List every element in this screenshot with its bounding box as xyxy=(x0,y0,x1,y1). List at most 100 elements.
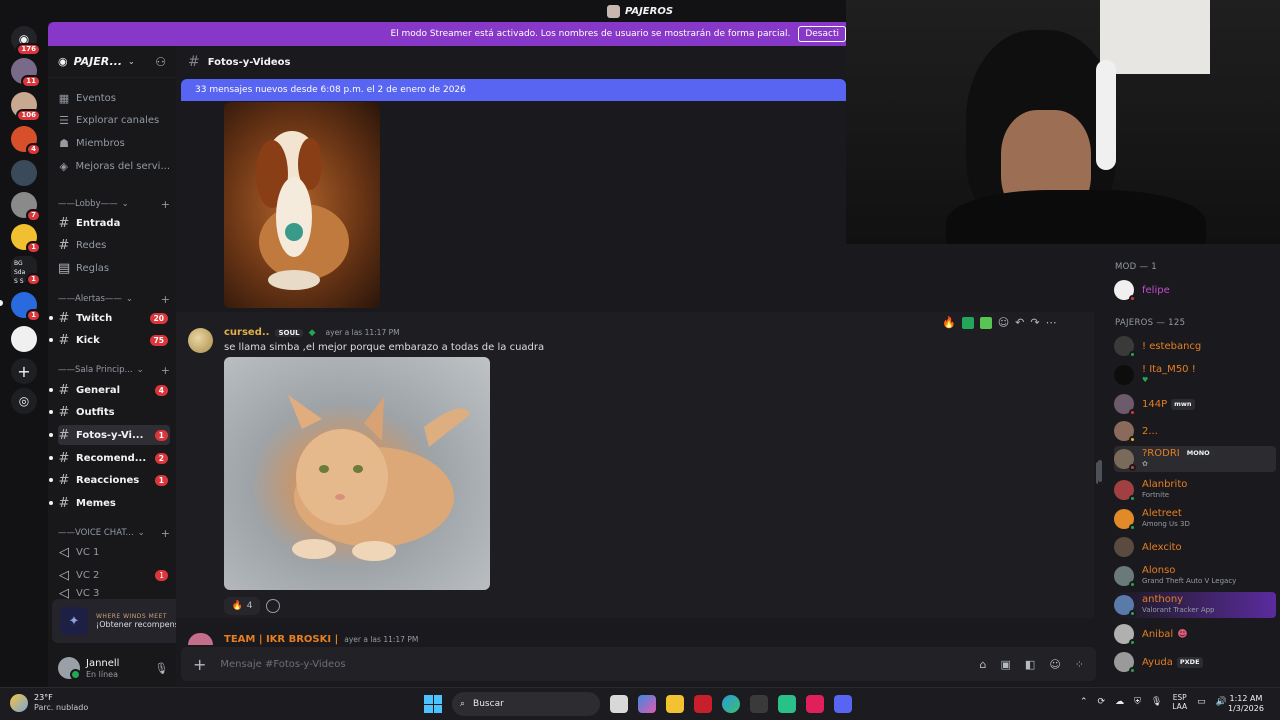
disable-streamer-button[interactable]: Desacti xyxy=(798,26,846,42)
voice-channel-vc1[interactable]: ◁ VC 1 xyxy=(58,542,170,562)
windows-start-icon[interactable] xyxy=(424,695,442,713)
chevron-up-icon[interactable]: ⌃ xyxy=(1080,697,1088,707)
channel-outfits[interactable]: # Outfits xyxy=(58,402,170,422)
server-icon[interactable]: 7 xyxy=(11,192,41,222)
weather-widget[interactable]: 23°F Parc. nublado xyxy=(10,693,88,713)
emoji-icon[interactable]: ☺ xyxy=(1049,658,1060,671)
add-channel-icon[interactable]: + xyxy=(161,364,170,377)
nav-events[interactable]: ▦ Eventos xyxy=(58,88,170,108)
microphone-icon[interactable]: 🎙 xyxy=(154,662,168,675)
sticker-icon[interactable]: ◧ xyxy=(1025,658,1035,671)
add-server-icon[interactable]: + xyxy=(11,358,37,384)
reply-icon[interactable]: ↶ xyxy=(1015,316,1024,329)
server-icon[interactable]: 1 xyxy=(11,292,41,322)
channel-redes[interactable]: # Redes xyxy=(58,235,170,255)
server-icon[interactable] xyxy=(11,160,37,186)
mcafee-icon[interactable] xyxy=(694,695,712,713)
member-item[interactable]: 2... xyxy=(1114,418,1276,444)
channel-general[interactable]: # General 4 xyxy=(58,380,170,400)
server-icon[interactable]: 11 xyxy=(11,58,41,88)
attach-plus-icon[interactable]: + xyxy=(193,655,206,674)
category-alertas[interactable]: ——Alertas—— ⌄ + xyxy=(58,292,170,306)
avatar[interactable] xyxy=(188,328,213,353)
discover-icon[interactable]: ◎ xyxy=(11,388,37,414)
reaction-fire[interactable]: 🔥 4 xyxy=(224,597,260,615)
channel-reglas[interactable]: ▤ Reglas xyxy=(58,258,170,278)
channel-fotos-y-videos[interactable]: # Fotos-y-Vi... 1 xyxy=(58,425,170,445)
member-item[interactable]: ?RODRI MONO ✿ xyxy=(1114,446,1276,472)
tiktok-icon[interactable] xyxy=(806,695,824,713)
nav-browse-channels[interactable]: ☰ Explorar canales xyxy=(58,110,170,130)
server-icon[interactable] xyxy=(11,326,37,352)
category-lobby[interactable]: ——Lobby—— ⌄ + xyxy=(58,197,170,211)
volume-icon[interactable]: 🔊 xyxy=(1216,697,1227,707)
channel-entrada[interactable]: # Entrada xyxy=(58,213,170,233)
voice-channel-vc3[interactable]: ◁ VC 3 xyxy=(58,587,170,599)
server-icon[interactable]: 106 xyxy=(11,92,41,122)
invite-icon[interactable]: ⚇ xyxy=(155,55,166,69)
member-item[interactable]: ! estebancg xyxy=(1114,333,1276,359)
sync-icon[interactable]: ⟳ xyxy=(1098,697,1106,707)
message-author[interactable]: TEAM | IKR BROSKI | xyxy=(224,634,338,645)
copilot-icon[interactable] xyxy=(638,695,656,713)
taskbar-search[interactable]: ⌕ Buscar xyxy=(452,692,600,716)
more-icon[interactable]: ⋯ xyxy=(1046,316,1057,329)
avatar[interactable] xyxy=(188,633,213,645)
server-folder[interactable]: BG Sda S S 1 xyxy=(11,256,41,286)
add-reaction-icon[interactable]: ☺ xyxy=(998,316,1009,329)
channel-reacciones[interactable]: # Reacciones 1 xyxy=(58,470,170,490)
apps-icon[interactable]: ⁘ xyxy=(1075,658,1084,671)
gift-icon[interactable]: ⌂ xyxy=(980,658,987,671)
channel-memes[interactable]: # Memes xyxy=(58,493,170,513)
server-icon[interactable]: 4 xyxy=(11,126,41,156)
quest-action[interactable]: ¡Obtener recompensa! xyxy=(96,620,187,629)
category-sala-principal[interactable]: ——Sala Princip... ⌄ + xyxy=(58,363,170,377)
check-icon[interactable] xyxy=(961,316,974,329)
green-square-icon[interactable] xyxy=(979,316,992,329)
add-channel-icon[interactable]: + xyxy=(161,527,170,540)
nav-boost[interactable]: ◈ Mejoras del servi... xyxy=(58,156,170,176)
forward-icon[interactable]: ↷ xyxy=(1030,316,1039,329)
member-item[interactable]: felipe xyxy=(1114,277,1276,303)
guild-header[interactable]: ◉ PAJER... ⌄ ⚇ xyxy=(48,46,176,78)
cat-image[interactable] xyxy=(224,357,490,590)
guild-tag[interactable]: SOUL xyxy=(275,328,303,337)
language-indicator[interactable]: ESP LAA xyxy=(1172,693,1187,711)
cloud-icon[interactable]: ☁ xyxy=(1115,697,1124,707)
member-item[interactable]: Alexcito xyxy=(1114,534,1276,560)
discord-home-icon[interactable]: ◉ 176 xyxy=(11,26,41,56)
voice-channel-vc2[interactable]: ◁ VC 2 1 xyxy=(58,565,170,585)
server-icon[interactable]: 1 xyxy=(11,224,41,254)
microphone-icon[interactable]: 🎙 xyxy=(1151,697,1162,707)
fire-icon[interactable]: 🔥 xyxy=(942,316,956,329)
member-item[interactable]: anthony Valorant Tracker App xyxy=(1114,592,1276,618)
avatar[interactable] xyxy=(58,657,81,680)
shield-icon[interactable]: ⛨ xyxy=(1134,697,1141,707)
member-item[interactable]: Ayuda PXDE xyxy=(1114,649,1276,675)
file-explorer-icon[interactable] xyxy=(666,695,684,713)
channel-twitch[interactable]: # Twitch 20 xyxy=(58,308,170,328)
gif-icon[interactable]: ▣ xyxy=(1001,658,1011,671)
new-messages-bar[interactable]: 33 mensajes nuevos desde 6:08 p.m. el 2 … xyxy=(181,79,846,101)
add-reaction-icon[interactable] xyxy=(266,599,280,613)
app-icon[interactable] xyxy=(750,695,768,713)
app-icon[interactable] xyxy=(778,695,796,713)
member-item[interactable]: ! Ita_M50 ! ♥ xyxy=(1114,362,1276,388)
add-channel-icon[interactable]: + xyxy=(161,198,170,211)
category-voice-chat[interactable]: ——VOICE CHAT... ⌄ + xyxy=(58,526,170,540)
nav-members[interactable]: ☗ Miembros xyxy=(58,133,170,153)
taskbar-clock[interactable]: 1:12 AM 1/3/2026 xyxy=(1228,694,1264,714)
member-item[interactable]: Anibal ☻ xyxy=(1114,621,1276,647)
discord-icon[interactable] xyxy=(834,695,852,713)
member-item[interactable]: Alonso Grand Theft Auto V Legacy xyxy=(1114,563,1276,589)
channel-recomendaciones[interactable]: # Recomend... 2 xyxy=(58,448,170,468)
task-view-icon[interactable] xyxy=(610,695,628,713)
edge-icon[interactable] xyxy=(722,695,740,713)
member-item[interactable]: Aletreet Among Us 3D xyxy=(1114,506,1276,532)
message-author[interactable]: cursed.. xyxy=(224,327,269,338)
message-input[interactable] xyxy=(220,658,941,670)
member-list-scrollbar[interactable] xyxy=(1098,460,1102,482)
add-channel-icon[interactable]: + xyxy=(161,293,170,306)
member-item[interactable]: Alanbrito Fortnite xyxy=(1114,477,1276,503)
channel-kick[interactable]: # Kick 75 xyxy=(58,330,170,350)
